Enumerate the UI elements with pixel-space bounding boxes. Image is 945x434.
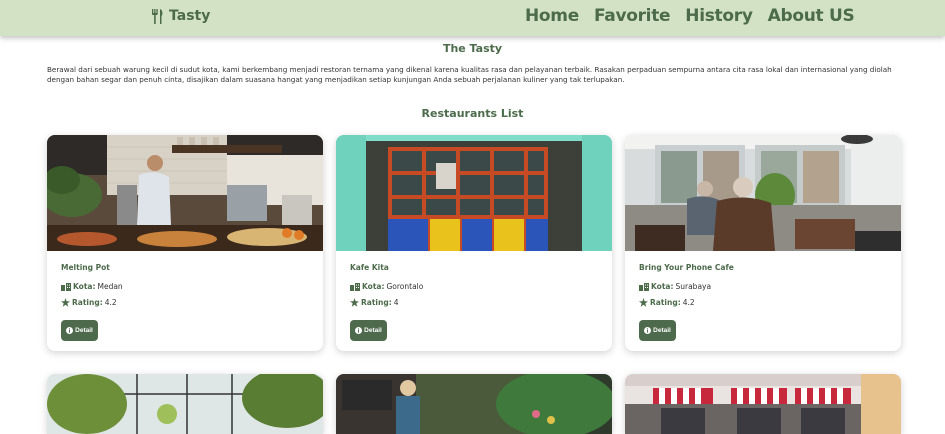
brand[interactable]: Tasty — [151, 8, 210, 24]
city-icon — [61, 282, 71, 291]
navbar: Tasty Home Favorite History About US — [0, 0, 945, 36]
page-description: Berawal dari sebuah warung kecil di sudu… — [47, 65, 892, 84]
restaurant-name: Bring Your Phone Cafe — [639, 263, 734, 272]
nav-link-home[interactable]: Home — [525, 6, 579, 26]
restaurant-card: Kafe Kita Kota: Gorontalo Rating: 4 Deta… — [336, 135, 612, 351]
detail-label: Detail — [364, 327, 382, 334]
rating-value: 4.2 — [104, 298, 117, 307]
detail-button[interactable]: Detail — [61, 320, 98, 341]
rating-value: 4 — [393, 298, 399, 307]
restaurant-card: Bring Your Phone Cafe Kota: Surabaya Rat… — [625, 135, 901, 351]
city-icon — [350, 282, 360, 291]
city-label: Kota: — [362, 282, 385, 291]
page-title: The Tasty — [442, 42, 503, 55]
city-value: Gorontalo — [386, 282, 424, 291]
restaurant-rating: Rating: 4.2 — [639, 298, 695, 307]
detail-label: Detail — [75, 327, 93, 334]
restaurant-city: Kota: Medan — [61, 282, 123, 291]
info-circle-icon — [355, 327, 363, 334]
detail-label: Detail — [653, 327, 671, 334]
nav-link-about[interactable]: About US — [768, 6, 855, 26]
restaurant-city: Kota: Gorontalo — [350, 282, 423, 291]
info-circle-icon — [66, 327, 74, 334]
restaurant-rating: Rating: 4.2 — [61, 298, 117, 307]
restaurant-city: Kota: Surabaya — [639, 282, 711, 291]
restaurant-photo — [336, 135, 612, 251]
restaurant-photo — [625, 374, 901, 434]
utensils-icon — [152, 8, 163, 24]
restaurant-card: Melting Pot Kota: Medan Rating: 4.2 Deta… — [47, 135, 323, 351]
restaurant-photo — [47, 135, 323, 251]
city-value: Medan — [97, 282, 123, 291]
star-icon — [350, 298, 359, 307]
city-label: Kota: — [651, 282, 674, 291]
nav-links: Home Favorite History About US — [525, 6, 869, 26]
city-value: Surabaya — [675, 282, 712, 291]
star-icon — [639, 298, 648, 307]
rating-value: 4.2 — [682, 298, 695, 307]
star-icon — [61, 298, 70, 307]
nav-link-favorite[interactable]: Favorite — [594, 6, 671, 26]
restaurant-card-partial[interactable] — [625, 374, 901, 434]
restaurant-card-partial[interactable] — [47, 374, 323, 434]
restaurant-photo — [47, 374, 323, 434]
restaurant-card-partial[interactable] — [336, 374, 612, 434]
detail-button[interactable]: Detail — [350, 320, 387, 341]
restaurant-name: Melting Pot — [61, 263, 110, 272]
rating-label: Rating: — [72, 298, 103, 307]
restaurants-heading: Restaurants List — [421, 107, 524, 120]
city-label: Kota: — [73, 282, 96, 291]
rating-label: Rating: — [361, 298, 392, 307]
detail-button[interactable]: Detail — [639, 320, 676, 341]
rating-label: Rating: — [650, 298, 681, 307]
restaurant-photo — [625, 135, 901, 251]
restaurant-photo — [336, 374, 612, 434]
nav-link-history[interactable]: History — [685, 6, 753, 26]
city-icon — [639, 282, 649, 291]
brand-name: Tasty — [169, 8, 211, 24]
info-circle-icon — [644, 327, 652, 334]
restaurant-rating: Rating: 4 — [350, 298, 398, 307]
restaurant-name: Kafe Kita — [350, 263, 389, 272]
